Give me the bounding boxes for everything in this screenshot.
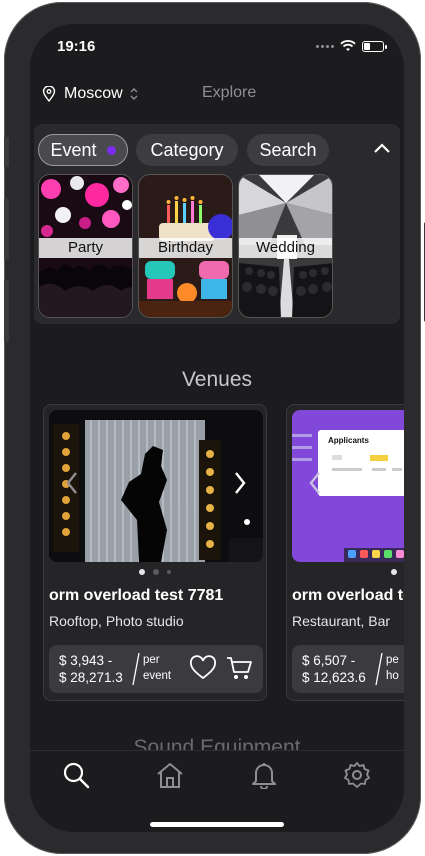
chip-label: Search [259,139,317,160]
status-icons [316,40,387,52]
chip-search[interactable]: Search [247,134,329,166]
venue-photo-image [49,410,263,562]
heart-icon[interactable] [189,655,217,681]
location-row: Moscow Explore [42,82,392,106]
chevron-left-icon[interactable] [65,470,79,496]
price-unit: per event [143,652,171,684]
price-unit-line2: event [143,670,172,682]
tab-bar [30,750,404,832]
status-time: 19:16 [57,38,96,55]
venue-photo[interactable]: Applicants [292,410,404,562]
divider-slash [132,652,140,686]
event-tile-label: Birthday [139,238,232,258]
photo-pager [44,569,266,575]
volume-down-button [4,280,9,342]
chevron-up-icon[interactable] [372,140,392,156]
filter-panel: Event Category Search Party Birthday Wed… [34,124,400,324]
event-tile-party[interactable]: Party [38,174,133,318]
section-title-venues: Venues [181,368,253,391]
chip-category[interactable]: Category [136,134,238,166]
price-box: $ 3,943 - $ 28,271.3 per event [49,645,263,693]
price-box: $ 6,507 - $ 12,623.6 pe ho [292,645,404,693]
explore-link[interactable]: Explore [202,84,256,102]
venue-title[interactable]: orm overload test [292,587,404,605]
volume-up-button [4,198,9,260]
active-dot [106,145,116,155]
event-tile-wedding[interactable]: Wedding [238,174,333,318]
chevron-updown-icon[interactable] [129,87,139,101]
venue-card[interactable]: Applicants orm overload test Restaurant,… [286,404,404,701]
price-max: $ 28,271.3 [59,670,123,685]
wifi-icon [340,40,356,51]
venue-title[interactable]: orm overload test 7781 [49,587,223,605]
price-min: $ 6,507 - [302,653,356,668]
photo-pager [287,569,404,575]
search-icon[interactable] [62,761,90,789]
price-max: $ 12,623.6 [302,670,366,685]
chip-label: Event [50,139,97,160]
section-title-sound-equipment: Sound Equipment [133,736,301,750]
chevron-left-icon[interactable] [308,470,322,496]
cart-icon[interactable] [225,655,253,681]
event-tile-label: Wedding [239,238,332,258]
event-tile-label: Party [39,238,132,258]
event-tile-birthday[interactable]: Birthday [138,174,233,318]
mute-switch [4,137,9,167]
chip-event[interactable]: Event [38,134,128,166]
app-screen: 19:16 Moscow Explore Event Category Sear… [30,24,404,832]
price-range: $ 6,507 - $ 12,623.6 [302,652,366,686]
home-icon[interactable] [156,761,184,789]
battery-icon [362,40,387,52]
home-indicator[interactable] [150,822,284,827]
bell-icon[interactable] [250,761,278,789]
venue-subtitle: Restaurant, Bar [292,613,391,629]
venue-photo[interactable] [49,410,263,562]
venue-subtitle: Rooftop, Photo studio [49,613,184,629]
city-selector[interactable]: Moscow [64,85,123,103]
price-unit-line1: pe [386,654,399,666]
price-unit-line1: per [143,654,160,666]
price-unit: pe ho [386,652,399,684]
gear-icon[interactable] [343,761,371,789]
price-unit-line2: ho [386,670,399,682]
price-range: $ 3,943 - $ 28,271.3 [59,652,123,686]
thumbnail-heading: Applicants [328,436,369,445]
chip-label: Category [150,139,224,160]
location-pin-icon [42,86,56,102]
cellular-signal-icon [316,44,334,48]
divider-slash [375,652,383,686]
venue-card[interactable]: orm overload test 7781 Rooftop, Photo st… [43,404,267,701]
phone-frame: 19:16 Moscow Explore Event Category Sear… [4,2,425,854]
chevron-right-icon[interactable] [233,470,247,496]
price-min: $ 3,943 - [59,653,113,668]
